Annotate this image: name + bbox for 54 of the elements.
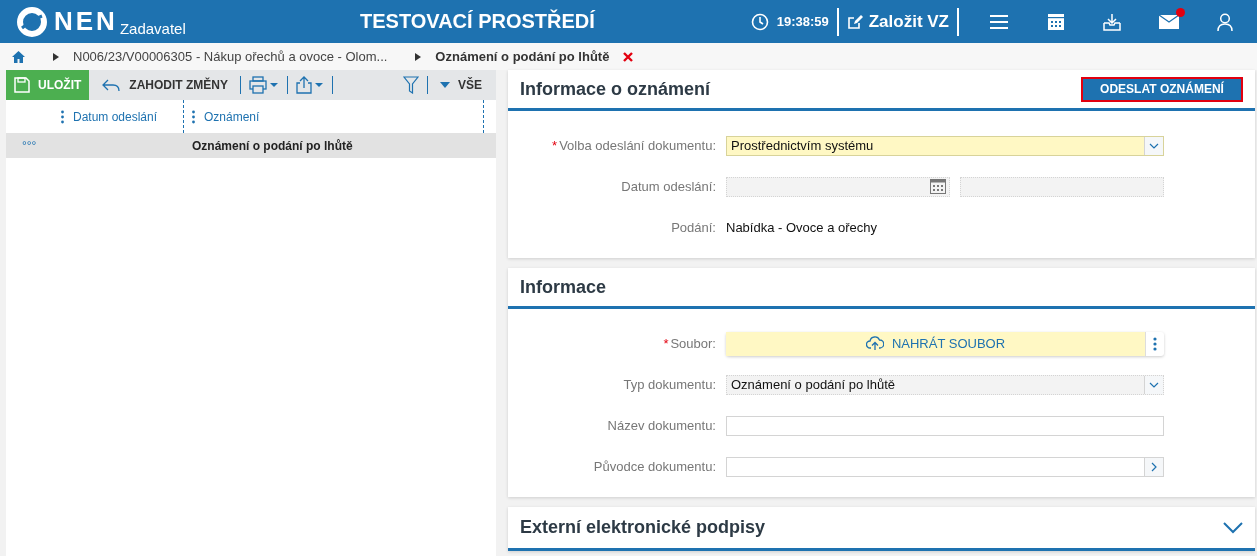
table-row[interactable]: °°° Oznámení o podání po lhůtě bbox=[6, 133, 496, 158]
role-label: Zadavatel bbox=[119, 19, 186, 37]
close-icon[interactable] bbox=[623, 51, 634, 62]
discard-button[interactable]: ZAHODIT ZMĚNY bbox=[97, 78, 232, 92]
print-icon[interactable] bbox=[249, 76, 279, 94]
create-button[interactable]: Založit VZ bbox=[846, 11, 949, 32]
breadcrumb-item[interactable]: N006/23/V00006305 - Nákup ořechů a ovoce - Olom... bbox=[73, 49, 388, 64]
chevron-down-icon bbox=[1149, 142, 1159, 149]
logo-icon bbox=[16, 5, 48, 38]
field-label: *Soubor: bbox=[662, 336, 717, 351]
field-label: Typ dokumentu: bbox=[622, 377, 717, 392]
undo-icon bbox=[101, 78, 122, 92]
send-button[interactable]: ODESLAT OZNÁMENÍ bbox=[1081, 76, 1243, 102]
chevron-icon bbox=[53, 52, 59, 61]
field-label: Datum odeslání: bbox=[620, 179, 717, 194]
cloud-upload-icon bbox=[865, 336, 884, 351]
text-field[interactable] bbox=[726, 415, 1164, 436]
calendar-icon[interactable] bbox=[1047, 12, 1065, 31]
section-title: Externí elektronické podpisy bbox=[520, 517, 767, 538]
field-label: Název dokumentu: bbox=[606, 418, 717, 433]
filter-icon[interactable] bbox=[403, 76, 419, 94]
upload-button[interactable]: NAHRÁT SOUBOR bbox=[726, 331, 1146, 356]
clock-time: 19:38:59 bbox=[776, 14, 829, 29]
kebab-icon bbox=[61, 109, 64, 124]
section-title: Informace bbox=[520, 276, 608, 298]
menu-icon[interactable] bbox=[989, 13, 1009, 30]
environment-title: TESTOVACÍ PROSTŘEDÍ bbox=[360, 10, 595, 33]
user-icon[interactable] bbox=[1217, 12, 1233, 31]
section-title: Informace o oznámení bbox=[520, 78, 712, 100]
clock-icon bbox=[750, 12, 769, 31]
chevron-right-icon bbox=[1151, 461, 1157, 472]
caret-icon bbox=[440, 82, 450, 88]
field-label: Původce dokumentu: bbox=[592, 459, 717, 474]
field-label: Podání: bbox=[670, 220, 717, 235]
floppy-icon bbox=[14, 77, 30, 93]
dropdown-field[interactable]: Prostřednictvím systému bbox=[726, 135, 1164, 156]
table-cell-text: Oznámení o podání po lhůtě bbox=[191, 138, 353, 153]
edit-icon bbox=[846, 13, 863, 30]
row-menu[interactable]: °°° bbox=[6, 138, 184, 153]
chevron-down-icon bbox=[1149, 381, 1159, 388]
inbox-icon[interactable] bbox=[1103, 12, 1121, 31]
mail-icon[interactable] bbox=[1159, 14, 1179, 29]
export-icon[interactable] bbox=[296, 76, 324, 94]
logo-text: NEN bbox=[54, 6, 118, 37]
lookup-field[interactable] bbox=[726, 456, 1164, 477]
more-icon[interactable] bbox=[1153, 336, 1157, 351]
field-label: *Volba odeslání dokumentu: bbox=[551, 138, 717, 153]
filter-dropdown[interactable]: VŠE bbox=[436, 78, 486, 92]
chevron-down-icon[interactable] bbox=[1223, 521, 1243, 534]
home-icon[interactable] bbox=[12, 50, 25, 63]
breadcrumb-item[interactable]: Oznámení o podání po lhůtě bbox=[435, 49, 610, 64]
field-value: Nabídka - Ovoce a ořechy bbox=[726, 220, 878, 235]
kebab-icon bbox=[192, 109, 195, 124]
chevron-icon bbox=[415, 52, 422, 61]
